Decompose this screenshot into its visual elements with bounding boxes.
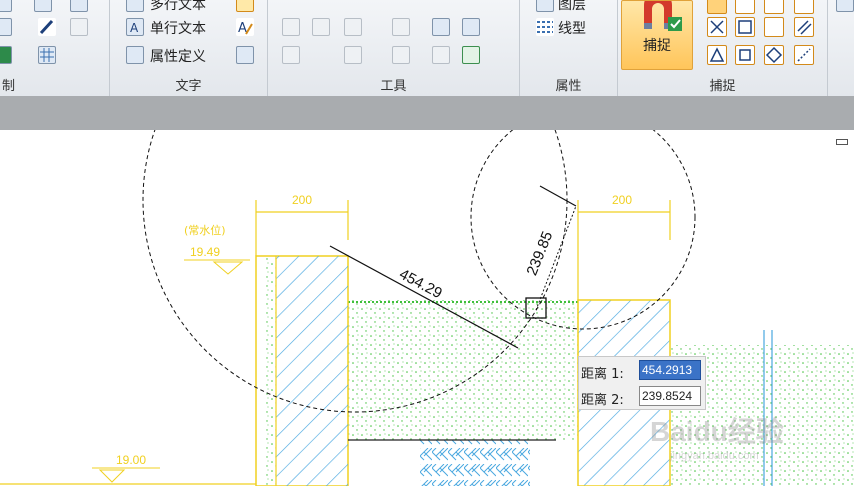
copy-icon[interactable]: [70, 18, 88, 36]
group-label-draw: 制: [2, 79, 16, 94]
linetype-button[interactable]: 线型: [558, 18, 586, 38]
svg-text:A: A: [130, 21, 139, 35]
left-wall-gravel: [266, 256, 276, 486]
dynamic-input-box: 距离 1: 454.2913 距离 2: 239.8524: [578, 356, 706, 410]
layer-button[interactable]: 图层: [558, 0, 586, 14]
snap-nearest-icon[interactable]: [794, 45, 814, 65]
ribbon-group-draw: 制: [0, 0, 110, 96]
dim-line-right-200: [577, 200, 671, 300]
linetype-icon[interactable]: [536, 18, 554, 36]
dim-label-left-200: 200: [292, 193, 312, 207]
left-wall-hatch: [276, 256, 348, 486]
snap-button[interactable]: 捕捉: [621, 0, 693, 70]
corner-icon[interactable]: [344, 46, 362, 64]
snap-intersection-icon[interactable]: [707, 17, 727, 37]
measure-label-454: 454.29: [396, 266, 445, 303]
draw-tool-icon[interactable]: [0, 0, 12, 12]
measure-circle-small: [470, 130, 696, 330]
water-level-label: (常水位): [184, 223, 226, 237]
elevation-1949: 19.49: [190, 245, 220, 259]
group-icon[interactable]: [432, 18, 450, 36]
ribbon-group-next: [828, 0, 854, 96]
single-text-icon[interactable]: A: [126, 18, 144, 36]
purge-icon[interactable]: [432, 46, 450, 64]
elevation-1900-marker: [92, 467, 160, 483]
table-icon[interactable]: [38, 46, 56, 64]
snap-quadrant-icon[interactable]: [764, 45, 784, 65]
snap-tangent-icon[interactable]: [707, 45, 727, 65]
mtext-button[interactable]: 多行文本: [150, 0, 206, 14]
polyline-icon[interactable]: [34, 0, 52, 12]
dim-label-right-200: 200: [612, 193, 632, 207]
text-find-icon[interactable]: [236, 46, 254, 64]
measure-label-239: 239.85: [523, 229, 556, 278]
ribbon-group-tools: 工具: [268, 0, 520, 96]
watermark: Baidu经验 jingyan.baidu.com: [650, 410, 850, 470]
group-label-properties: 属性: [555, 79, 582, 94]
layer-icon[interactable]: [536, 0, 554, 12]
bottom-slab-hatch: [420, 440, 530, 486]
ribbon-toolbar: 制 多行文本 A 单行文本 属性定义 A 文字 工具 图层 线型 属性 捕捉 捕…: [0, 0, 854, 97]
rectangle-icon[interactable]: [70, 0, 88, 12]
attribute-define-button[interactable]: 属性定义: [150, 46, 206, 66]
snap-center-icon[interactable]: [764, 0, 784, 14]
text-edit-icon[interactable]: A: [236, 18, 254, 36]
soil-fill-center: [348, 300, 578, 440]
distance-1-input[interactable]: 454.2913: [639, 360, 701, 380]
measure-icon[interactable]: [282, 18, 300, 36]
snap-midpoint-icon[interactable]: [735, 0, 755, 14]
distance-2-label: 距离 2:: [581, 393, 624, 408]
arc-icon[interactable]: [0, 18, 12, 36]
filter-icon[interactable]: [392, 18, 410, 36]
watermark-sub: jingyan.baidu.com: [670, 450, 759, 462]
snap-endpoint-icon[interactable]: [707, 0, 727, 14]
pen-icon[interactable]: [38, 18, 56, 36]
next-group-icon[interactable]: [836, 0, 854, 12]
watermark-text: Baidu经验: [650, 416, 784, 447]
block-icon[interactable]: [0, 46, 12, 64]
attribute-define-icon[interactable]: [126, 46, 144, 64]
distance-1-label: 距离 1:: [581, 367, 624, 382]
measure-line-2: [539, 185, 577, 207]
document-tab-strip: [0, 96, 854, 130]
ribbon-group-text: 多行文本 A 单行文本 属性定义 A 文字: [110, 0, 268, 96]
angle-icon[interactable]: [392, 46, 410, 64]
snap-square-icon[interactable]: [735, 17, 755, 37]
group-label-text: 文字: [175, 79, 202, 94]
snap-insertion-icon[interactable]: [735, 45, 755, 65]
area-icon[interactable]: [312, 18, 330, 36]
elevation-1900: 19.00: [116, 453, 146, 467]
minimize-icon[interactable]: [836, 139, 848, 145]
link-icon[interactable]: [462, 18, 480, 36]
select-icon[interactable]: [344, 18, 362, 36]
group-label-tools: 工具: [380, 79, 407, 94]
elevation-1949-marker: [184, 259, 250, 275]
mtext-icon[interactable]: [126, 0, 144, 12]
snap-perpendicular-icon[interactable]: [764, 17, 784, 37]
snap-parallel-icon[interactable]: [794, 17, 814, 37]
ribbon-group-properties: 图层 线型 属性: [520, 0, 618, 96]
text-style-icon[interactable]: [236, 0, 254, 12]
distance-2-input[interactable]: 239.8524: [639, 386, 701, 406]
group-label-snap: 捕捉: [709, 79, 736, 94]
single-text-button[interactable]: 单行文本: [150, 18, 206, 38]
snap-button-label: 捕捉: [643, 38, 671, 54]
snap-node-icon[interactable]: [794, 0, 814, 14]
line-tool-icon[interactable]: [282, 46, 300, 64]
export-icon[interactable]: [462, 46, 480, 64]
